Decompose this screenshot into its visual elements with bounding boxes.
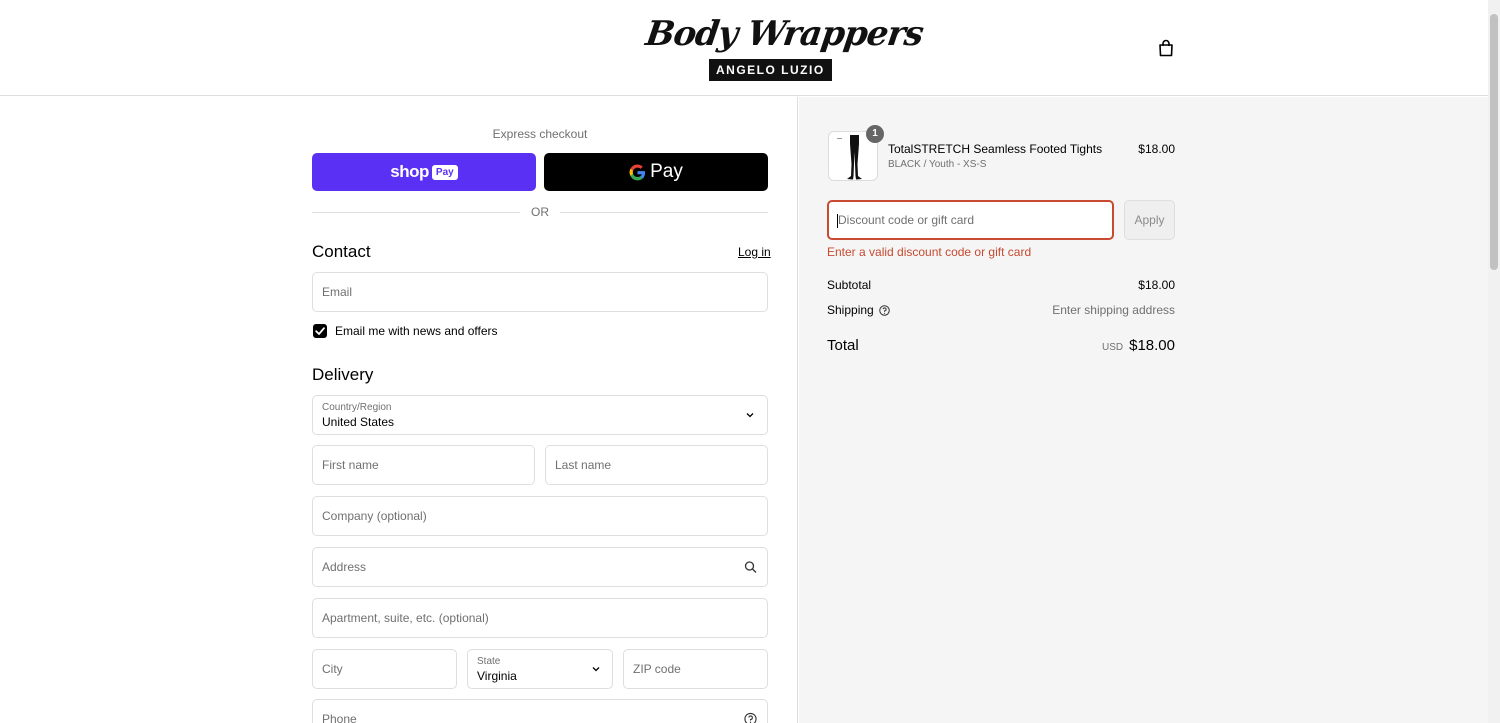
quantity-badge: 1 bbox=[866, 125, 884, 143]
newsletter-label: Email me with news and offers bbox=[335, 324, 498, 338]
help-circle-icon[interactable] bbox=[878, 304, 890, 316]
checkout-form-column: Express checkout shop Pay Pay OR Contact… bbox=[0, 97, 798, 723]
help-circle-icon[interactable] bbox=[744, 712, 757, 723]
google-pay-text: Pay bbox=[650, 161, 683, 182]
total-amount: $18.00 bbox=[1129, 337, 1175, 354]
google-pay-button[interactable]: Pay bbox=[544, 153, 768, 191]
total-value-group: USD $18.00 bbox=[1102, 337, 1175, 354]
country-select[interactable]: Country/Region United States bbox=[312, 395, 768, 435]
chevron-down-icon bbox=[592, 667, 600, 672]
state-select[interactable]: State Virginia bbox=[467, 649, 613, 689]
zip-placeholder: ZIP code bbox=[633, 662, 681, 676]
or-divider-right bbox=[560, 212, 768, 213]
state-value: Virginia bbox=[477, 669, 517, 683]
shipping-label: Shipping bbox=[827, 303, 874, 317]
discount-error-message: Enter a valid discount code or gift card bbox=[827, 245, 1032, 259]
checkmark-icon bbox=[315, 327, 325, 335]
last-name-field[interactable]: Last name bbox=[545, 445, 768, 485]
address-field[interactable]: Address bbox=[312, 547, 768, 587]
contact-heading: Contact bbox=[312, 242, 371, 261]
express-checkout-label: Express checkout bbox=[492, 127, 588, 141]
apply-discount-button[interactable]: Apply bbox=[1124, 200, 1175, 240]
chevron-down-icon bbox=[746, 413, 754, 418]
delivery-heading: Delivery bbox=[312, 365, 374, 384]
first-name-field[interactable]: First name bbox=[312, 445, 535, 485]
shopping-bag-icon[interactable] bbox=[1156, 38, 1176, 58]
brand-logo[interactable]: Body Wrappers ANGELO LUZIO bbox=[643, 14, 925, 82]
page-scrollbar[interactable] bbox=[1488, 0, 1500, 723]
city-field[interactable]: City bbox=[312, 649, 457, 689]
country-value: United States bbox=[322, 415, 395, 429]
country-label: Country/Region bbox=[322, 402, 392, 413]
or-divider-left bbox=[312, 212, 520, 213]
total-label: Total bbox=[827, 337, 859, 354]
apartment-field[interactable]: Apartment, suite, etc. (optional) bbox=[312, 598, 768, 638]
shipping-value: Enter shipping address bbox=[1052, 303, 1175, 317]
phone-placeholder: Phone bbox=[322, 712, 357, 723]
login-link[interactable]: Log in bbox=[738, 245, 771, 259]
google-g-icon bbox=[629, 163, 646, 180]
product-price: $18.00 bbox=[1138, 142, 1175, 156]
company-field[interactable]: Company (optional) bbox=[312, 496, 768, 536]
discount-placeholder: Discount code or gift card bbox=[838, 213, 975, 227]
shop-pay-button[interactable]: shop Pay bbox=[312, 153, 536, 191]
state-label: State bbox=[477, 656, 501, 667]
address-placeholder: Address bbox=[322, 560, 367, 574]
zip-field[interactable]: ZIP code bbox=[623, 649, 768, 689]
logo-script-text: Body Wrappers bbox=[643, 14, 926, 54]
search-icon bbox=[744, 561, 757, 573]
discount-code-input[interactable]: Discount code or gift card bbox=[827, 200, 1114, 240]
last-name-placeholder: Last name bbox=[555, 458, 612, 472]
or-divider-text: OR bbox=[531, 205, 549, 219]
order-summary-panel: 1 TotalSTRETCH Seamless Footed Tights BL… bbox=[799, 97, 1488, 723]
email-field[interactable]: Email bbox=[312, 272, 768, 312]
subtotal-value: $18.00 bbox=[1138, 278, 1175, 292]
shipping-label-row: Shipping bbox=[827, 303, 890, 317]
apartment-placeholder: Apartment, suite, etc. (optional) bbox=[322, 611, 489, 625]
scrollbar-thumb[interactable] bbox=[1490, 14, 1498, 270]
checkout-header: Body Wrappers ANGELO LUZIO bbox=[0, 0, 1488, 96]
product-name: TotalSTRETCH Seamless Footed Tights bbox=[888, 142, 1103, 156]
shop-pay-badge: Pay bbox=[431, 164, 458, 180]
currency-code: USD bbox=[1101, 342, 1124, 353]
subtotal-label: Subtotal bbox=[827, 278, 872, 292]
email-placeholder: Email bbox=[322, 285, 353, 299]
city-placeholder: City bbox=[322, 662, 343, 676]
company-placeholder: Company (optional) bbox=[322, 509, 427, 523]
newsletter-checkbox[interactable] bbox=[313, 324, 327, 338]
logo-sub-text: ANGELO LUZIO bbox=[709, 59, 832, 81]
product-variant: BLACK / Youth - XS-S bbox=[888, 159, 987, 170]
phone-field[interactable]: Phone bbox=[312, 699, 768, 723]
first-name-placeholder: First name bbox=[322, 458, 379, 472]
shop-pay-text: shop bbox=[390, 162, 429, 181]
